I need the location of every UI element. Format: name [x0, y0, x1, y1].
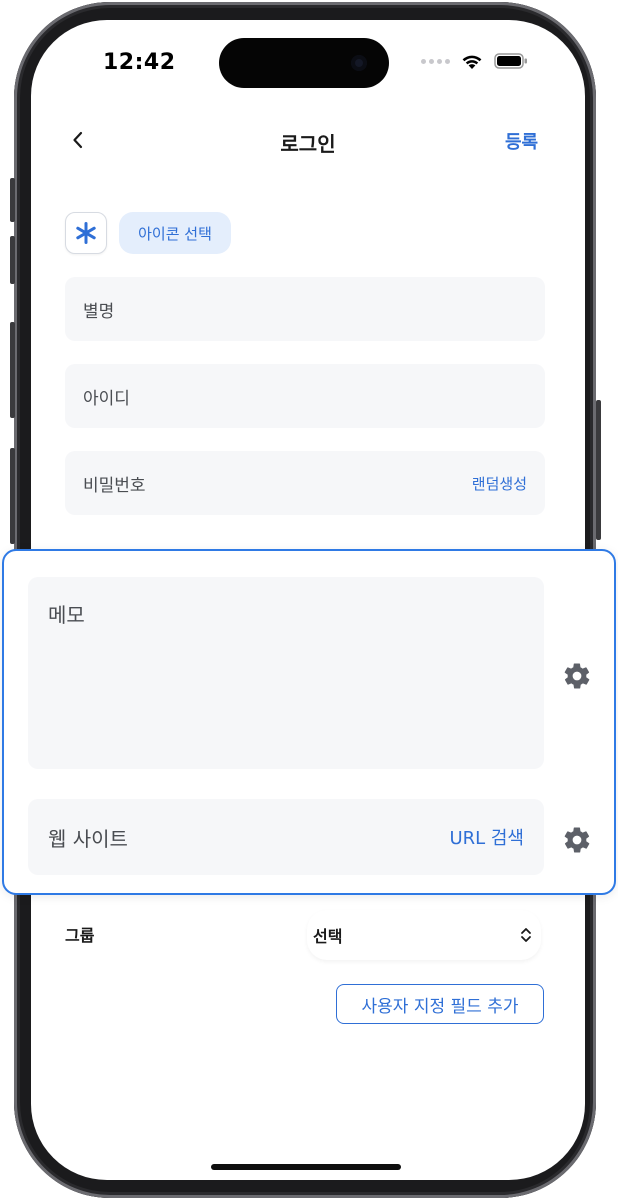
volume-extra-button	[10, 448, 15, 544]
website-label: 웹 사이트	[48, 826, 128, 851]
dynamic-island	[219, 38, 389, 88]
volume-up-button	[10, 236, 15, 284]
user-id-label: 아이디	[83, 388, 130, 409]
memo-label: 메모	[48, 603, 85, 627]
memo-field[interactable]: 메모	[28, 577, 544, 769]
select-icon-button[interactable]: 아이콘 선택	[119, 212, 231, 254]
battery-icon	[494, 53, 527, 69]
wifi-icon	[462, 55, 482, 69]
password-field[interactable]: 비밀번호 랜덤생성	[65, 451, 545, 515]
add-custom-field-button[interactable]: 사용자 지정 필드 추가	[336, 984, 544, 1024]
user-id-field[interactable]: 아이디	[65, 364, 545, 428]
website-field[interactable]: 웹 사이트 URL 검색	[28, 799, 544, 875]
highlighted-fields-card: 메모 웹 사이트 URL 검색	[2, 549, 616, 895]
cellular-signal-icon	[421, 58, 450, 64]
status-indicators	[421, 52, 528, 70]
status-time: 12:42	[103, 50, 176, 75]
volume-down-button	[10, 322, 15, 418]
asterisk-icon	[76, 222, 96, 244]
alias-label: 별명	[83, 301, 115, 322]
chevron-up-down-icon	[521, 928, 531, 942]
group-select[interactable]: 선택	[307, 910, 541, 960]
alias-field[interactable]: 별명	[65, 277, 545, 341]
front-camera	[351, 55, 367, 71]
selected-icon-button[interactable]	[65, 212, 107, 254]
website-settings-gear-icon[interactable]	[562, 825, 592, 855]
group-label: 그룹	[65, 926, 95, 945]
random-generate-button[interactable]: 랜덤생성	[472, 473, 527, 494]
mute-switch	[10, 178, 15, 222]
home-indicator[interactable]	[211, 1164, 401, 1170]
power-button	[596, 400, 601, 540]
register-button[interactable]: 등록	[505, 128, 538, 154]
password-label: 비밀번호	[83, 475, 146, 496]
url-search-button[interactable]: URL 검색	[449, 824, 524, 850]
group-select-value: 선택	[313, 927, 343, 946]
page-title: 로그인	[280, 132, 336, 156]
memo-settings-gear-icon[interactable]	[562, 661, 592, 691]
